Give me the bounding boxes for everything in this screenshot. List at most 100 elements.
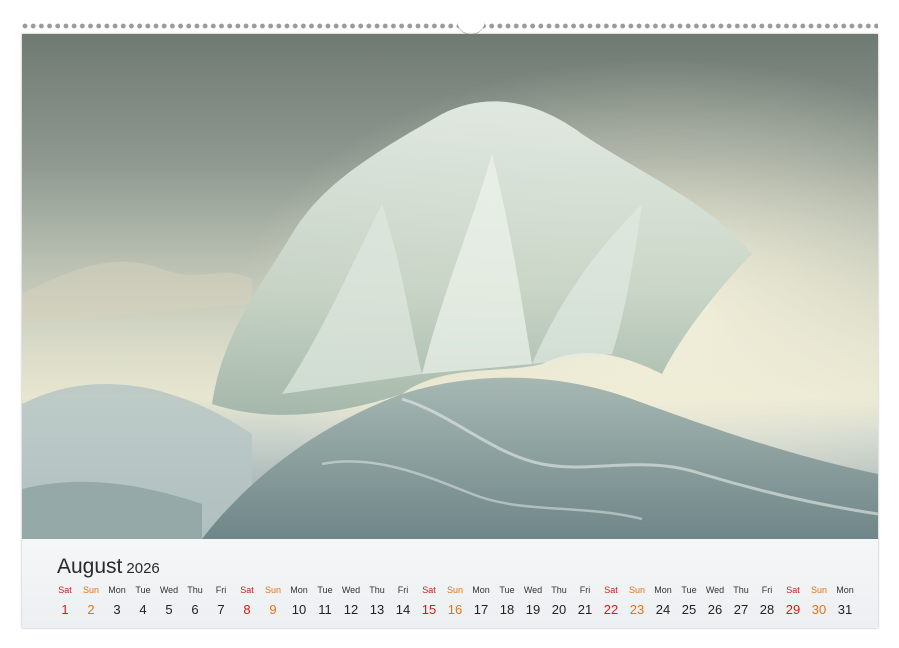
day-number: 28: [759, 602, 775, 617]
day-cell: Sun 2: [79, 584, 103, 624]
day-number: 5: [165, 602, 173, 617]
weekday-label: Wed: [705, 585, 725, 595]
day-cell: Tue 25: [677, 584, 701, 624]
weekday-label: Fri: [215, 585, 227, 595]
day-cell: Thu 20: [547, 584, 571, 624]
year-label: 2026: [126, 560, 160, 577]
day-cell: Tue 11: [313, 584, 337, 624]
day-number: 4: [139, 602, 147, 617]
weekday-label: Wed: [523, 585, 543, 595]
weekday-label: Sat: [58, 585, 72, 595]
day-number: 9: [269, 602, 277, 617]
weekday-label: Thu: [187, 585, 203, 595]
binding-holes: [22, 20, 878, 32]
weekday-label: Mon: [654, 585, 672, 595]
day-cell: Mon 24: [651, 584, 675, 624]
weekday-label: Thu: [733, 585, 749, 595]
weekday-label: Tue: [681, 585, 697, 595]
day-number: 8: [243, 602, 251, 617]
day-cell: Fri 14: [391, 584, 415, 624]
day-cell: Mon 31: [833, 584, 857, 624]
weekday-label: Tue: [135, 585, 151, 595]
weekday-label: Mon: [472, 585, 490, 595]
day-number: 7: [217, 602, 225, 617]
weekday-label: Sun: [446, 585, 463, 595]
day-cell: Sat 1: [53, 584, 77, 624]
day-cell: Mon 10: [287, 584, 311, 624]
weekday-label: Sat: [422, 585, 436, 595]
day-number: 15: [421, 602, 437, 617]
day-cell: Tue 18: [495, 584, 519, 624]
day-cell: Wed 5: [157, 584, 181, 624]
month-name: August: [57, 555, 123, 578]
day-cell: Sun 9: [261, 584, 285, 624]
day-cell: Tue 4: [131, 584, 155, 624]
weekday-label: Sun: [264, 585, 281, 595]
day-number: 25: [681, 602, 697, 617]
day-number: 21: [577, 602, 593, 617]
weekday-label: Sun: [82, 585, 99, 595]
weekday-label: Sun: [810, 585, 827, 595]
day-number: 11: [318, 602, 332, 617]
weekday-label: Sun: [628, 585, 645, 595]
calendar-page: August 2026 Sat 1 Sun 2 Mon 3 Tue 4 Wed 5 Thu 6 Fri 7 S…: [22, 34, 878, 628]
month-title: August 2026: [57, 555, 160, 579]
weekday-label: Wed: [341, 585, 361, 595]
weekday-label: Mon: [290, 585, 308, 595]
day-number: 17: [473, 602, 489, 617]
day-cell: Sat 8: [235, 584, 259, 624]
weekday-label: Thu: [369, 585, 385, 595]
day-number: 13: [369, 602, 385, 617]
day-number: 24: [655, 602, 671, 617]
day-number: 3: [113, 602, 121, 617]
weekday-label: Mon: [836, 585, 854, 595]
spiral-binding: [22, 12, 878, 34]
day-cell: Sun 30: [807, 584, 831, 624]
day-number: 10: [291, 602, 307, 617]
weekday-label: Tue: [499, 585, 515, 595]
day-cell: Sat 15: [417, 584, 441, 624]
day-number: 14: [395, 602, 411, 617]
weekday-label: Sat: [604, 585, 618, 595]
day-cell: Wed 26: [703, 584, 727, 624]
day-number: 12: [343, 602, 359, 617]
day-cell: Wed 19: [521, 584, 545, 624]
day-cell: Sun 23: [625, 584, 649, 624]
day-cell: Mon 17: [469, 584, 493, 624]
day-cell: Fri 7: [209, 584, 233, 624]
day-cell: Thu 27: [729, 584, 753, 624]
day-cell: Wed 12: [339, 584, 363, 624]
day-number: 30: [811, 602, 827, 617]
day-cell: Mon 3: [105, 584, 129, 624]
day-number: 1: [61, 602, 69, 617]
weekday-label: Fri: [579, 585, 591, 595]
day-number: 2: [87, 602, 95, 617]
day-number: 16: [447, 602, 463, 617]
day-cell: Thu 13: [365, 584, 389, 624]
day-cell: Fri 28: [755, 584, 779, 624]
day-number: 23: [629, 602, 645, 617]
weekday-label: Thu: [551, 585, 567, 595]
day-cell: Thu 6: [183, 584, 207, 624]
day-number: 19: [525, 602, 541, 617]
day-cell: Fri 21: [573, 584, 597, 624]
calendar-panel: August 2026 Sat 1 Sun 2 Mon 3 Tue 4 Wed 5 Thu 6 Fri 7 S…: [22, 539, 878, 628]
day-number: 31: [837, 602, 853, 617]
day-number: 26: [707, 602, 723, 617]
weekday-label: Mon: [108, 585, 126, 595]
day-cell: Sat 29: [781, 584, 805, 624]
weekday-label: Fri: [397, 585, 409, 595]
day-number: 18: [499, 602, 515, 617]
day-number: 20: [551, 602, 567, 617]
day-number: 6: [191, 602, 199, 617]
day-cell: Sun 16: [443, 584, 467, 624]
day-number: 22: [603, 602, 619, 617]
weekday-label: Wed: [159, 585, 179, 595]
wave-photo: [22, 34, 878, 539]
weekday-label: Fri: [761, 585, 773, 595]
day-number: 29: [785, 602, 801, 617]
day-number: 27: [733, 602, 749, 617]
weekday-label: Sat: [786, 585, 800, 595]
wave-illustration: [22, 34, 878, 539]
day-cell: Sat 22: [599, 584, 623, 624]
